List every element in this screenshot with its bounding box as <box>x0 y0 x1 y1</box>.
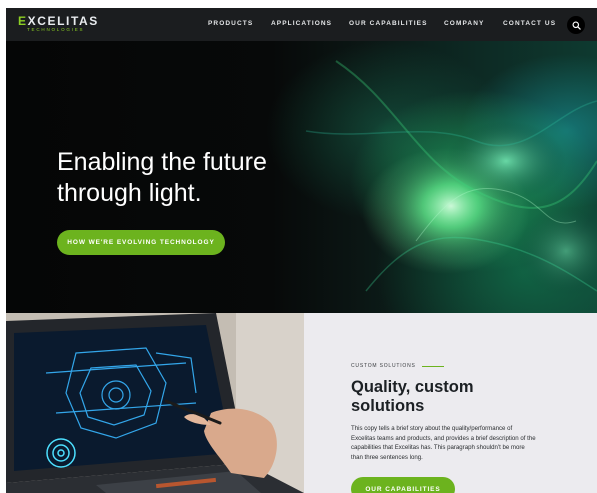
section-eyebrow: CUSTOM SOLUTIONS <box>351 363 444 369</box>
hero-title: Enabling the future through light. <box>57 147 317 209</box>
eyebrow-label: CUSTOM SOLUTIONS <box>351 363 416 369</box>
section-title-line-2: solutions <box>351 397 425 415</box>
page: EXCELITAS TECHNOLOGIES PRODUCTS APPLICAT… <box>6 8 597 493</box>
description-line: than three sentences long. <box>351 453 423 461</box>
hero-title-line-2: through light. <box>57 179 202 207</box>
our-capabilities-button[interactable]: OUR CAPABILITIES <box>351 477 455 493</box>
section-description: This copy tells a brief story about the … <box>351 424 561 462</box>
nav-item-company[interactable]: COMPANY <box>444 20 484 27</box>
section-title: Quality, custom solutions <box>351 378 551 416</box>
evolving-technology-button[interactable]: HOW WE'RE EVOLVING TECHNOLOGY <box>57 230 225 255</box>
hero-banner: Enabling the future through light. HOW W… <box>6 41 597 313</box>
eyebrow-divider <box>421 365 444 367</box>
custom-solutions-section: CUSTOM SOLUTIONS Quality, custom solutio… <box>6 313 597 493</box>
search-button[interactable] <box>567 16 585 34</box>
nav-item-applications[interactable]: APPLICATIONS <box>271 20 332 27</box>
nav-item-products[interactable]: PRODUCTS <box>208 20 253 27</box>
hero-title-line-1: Enabling the future <box>57 148 267 176</box>
description-line: capabilities that Excelitas has. This pa… <box>351 444 525 451</box>
description-line: This copy tells a brief story about the … <box>351 425 513 432</box>
laptop-cad-photo <box>6 313 304 493</box>
nav-item-contact-us[interactable]: CONTACT US <box>503 20 556 27</box>
solutions-panel: CUSTOM SOLUTIONS Quality, custom solutio… <box>304 313 597 493</box>
nav-links: PRODUCTS APPLICATIONS OUR CAPABILITIES C… <box>6 8 597 41</box>
laptop-illustration <box>6 313 304 493</box>
nav-item-our-capabilities[interactable]: OUR CAPABILITIES <box>349 20 428 27</box>
section-title-line-1: Quality, custom <box>351 378 474 396</box>
description-line: Excelitas teams and products, and provid… <box>351 434 536 442</box>
search-icon <box>571 20 581 30</box>
top-nav: EXCELITAS TECHNOLOGIES PRODUCTS APPLICAT… <box>6 8 597 41</box>
